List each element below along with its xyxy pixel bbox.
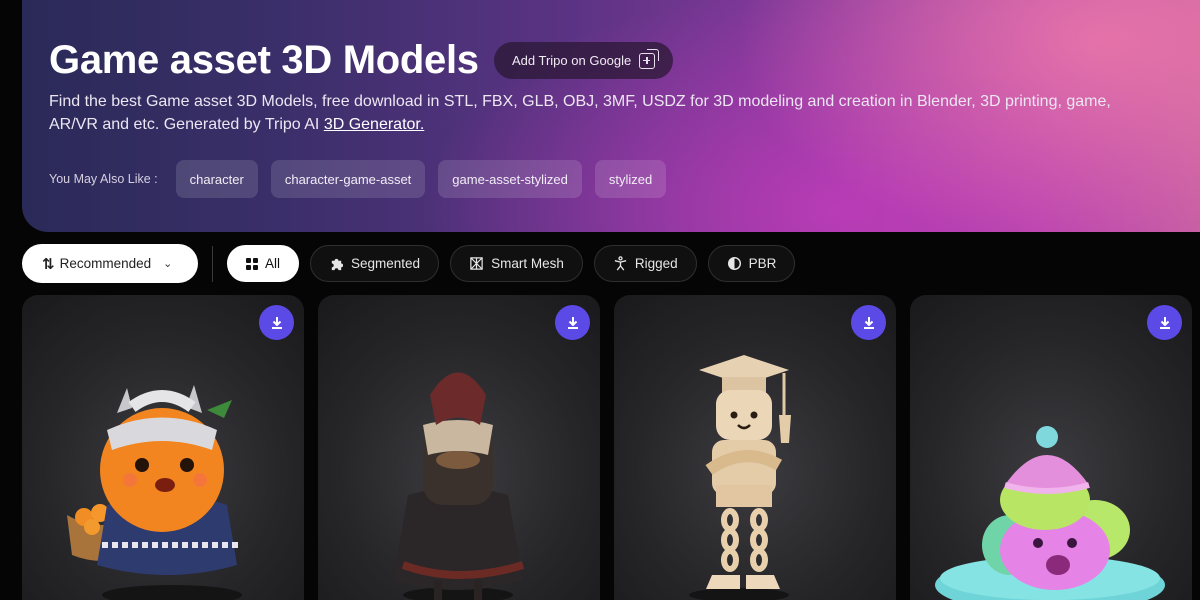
add-tripo-google-button[interactable]: Add Tripo on Google [494, 42, 674, 79]
model-preview-creature [935, 426, 1165, 600]
related-tags: You May Also Like : character character-… [49, 160, 679, 198]
download-button[interactable] [851, 305, 886, 340]
model-card[interactable] [910, 295, 1192, 600]
chevron-down-icon: ⌄ [163, 258, 173, 270]
download-button[interactable] [555, 305, 590, 340]
filter-pbr[interactable]: PBR [707, 245, 796, 282]
model-card[interactable] [22, 295, 304, 600]
model-card[interactable] [614, 295, 896, 600]
google-button-label: Add Tripo on Google [512, 53, 632, 68]
filter-smart-mesh-label: Smart Mesh [491, 256, 564, 271]
download-icon [271, 316, 282, 329]
model-preview-graduate [689, 355, 791, 600]
page-title: Game asset 3D Models [49, 38, 479, 82]
also-like-label: You May Also Like : [49, 172, 158, 186]
hero-banner: Game asset 3D Models Add Tripo on Google… [22, 0, 1200, 232]
download-icon [863, 316, 874, 329]
filter-divider [212, 245, 213, 282]
tag-game-asset-stylized[interactable]: game-asset-stylized [438, 160, 582, 198]
download-button[interactable] [1147, 305, 1182, 340]
filter-bar: ⇅ Recommended ⌄ All Segmented Smart Mesh… [22, 244, 806, 283]
tag-character[interactable]: character [175, 160, 258, 198]
tag-stylized[interactable]: stylized [594, 160, 667, 198]
puzzle-icon [331, 258, 344, 271]
filter-all[interactable]: All [227, 245, 300, 282]
description-text-2: AR/VR and etc. Generated by Tripo AI [49, 116, 324, 133]
filter-rigged[interactable]: Rigged [593, 245, 697, 282]
mesh-icon [470, 257, 483, 270]
grid-icon [246, 257, 258, 270]
filter-pbr-label: PBR [748, 256, 777, 271]
sort-dropdown[interactable]: ⇅ Recommended ⌄ [22, 244, 198, 283]
download-icon [1159, 316, 1170, 329]
sort-icon: ⇅ [42, 255, 54, 273]
filter-smart-mesh[interactable]: Smart Mesh [450, 245, 583, 282]
filter-segmented-label: Segmented [351, 256, 421, 271]
figure-icon [614, 256, 627, 271]
3d-generator-link[interactable]: 3D Generator. [324, 116, 425, 133]
sort-label: Recommended [59, 256, 152, 271]
model-preview-woman [393, 372, 525, 600]
half-circle-icon [727, 256, 741, 271]
filter-all-label: All [265, 256, 281, 271]
add-square-icon [639, 48, 660, 69]
download-icon [567, 316, 578, 329]
model-grid [22, 295, 1192, 600]
model-card[interactable] [318, 295, 600, 600]
description-text: Find the best Game asset 3D Models, free… [49, 93, 1111, 110]
tag-character-game-asset[interactable]: character-game-asset [270, 160, 426, 198]
download-button[interactable] [259, 305, 294, 340]
page-description: Find the best Game asset 3D Models, free… [49, 90, 1200, 136]
filter-rigged-label: Rigged [634, 256, 678, 271]
filter-segmented[interactable]: Segmented [310, 245, 440, 282]
model-preview-orange [67, 385, 242, 600]
